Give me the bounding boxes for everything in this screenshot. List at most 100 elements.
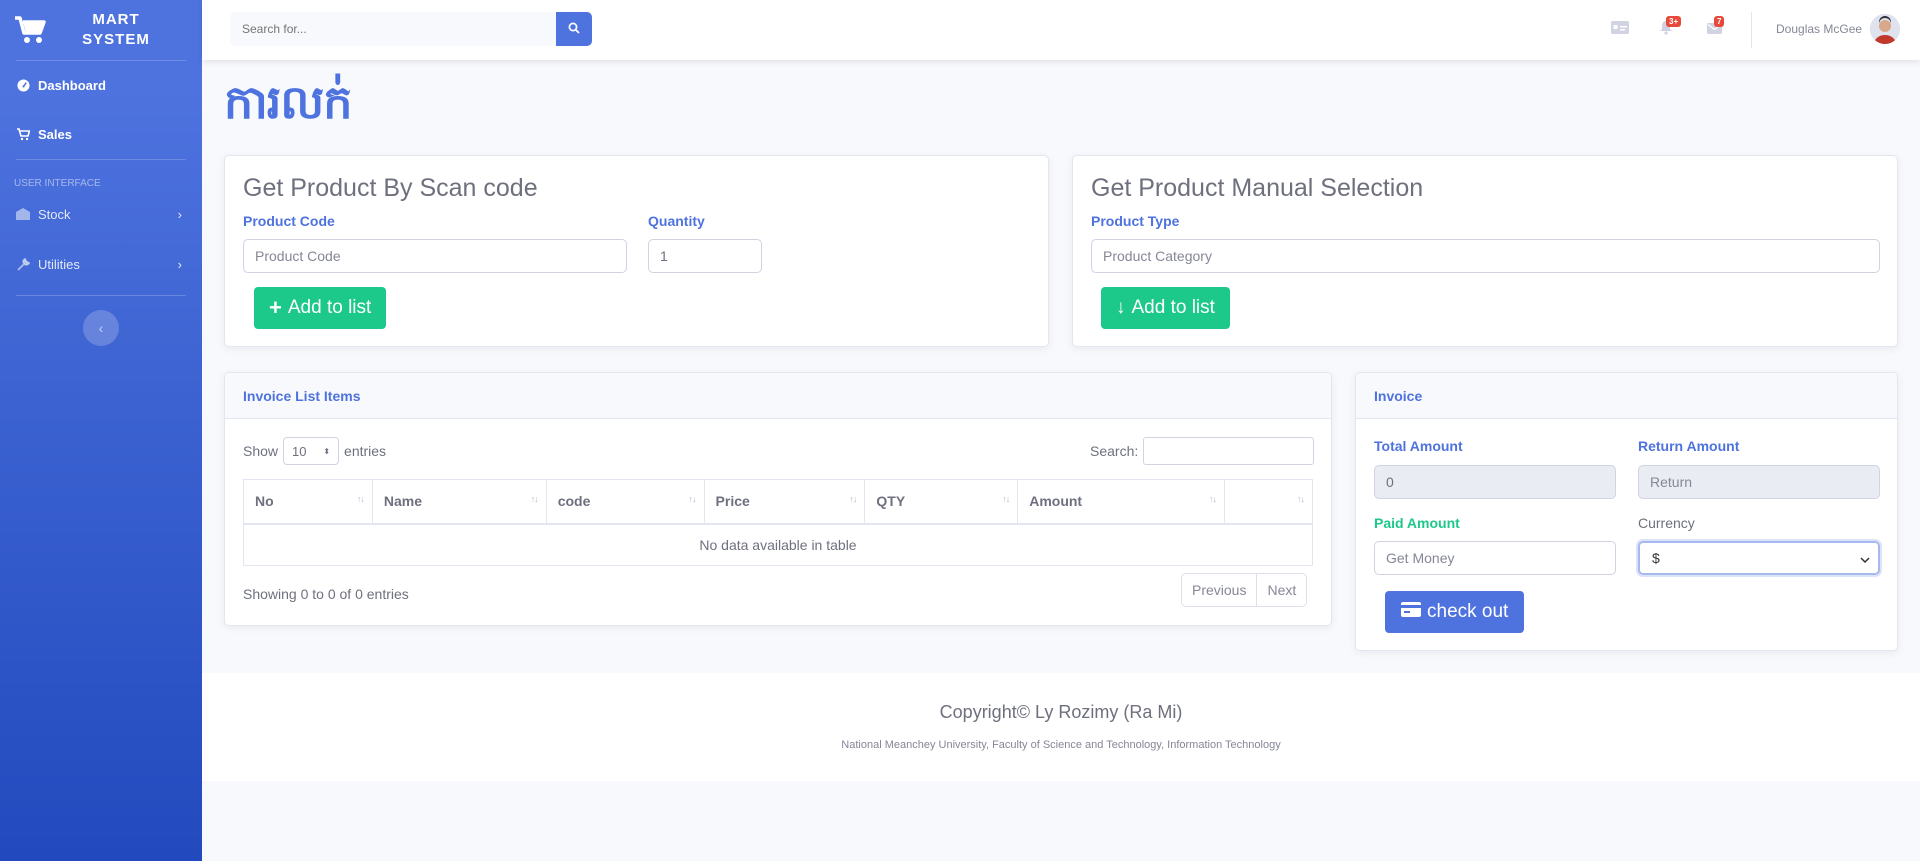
currency-label: Currency bbox=[1638, 515, 1695, 531]
institution-text: National Meanchey University, Faculty of… bbox=[841, 739, 1281, 751]
column-label: No bbox=[255, 493, 274, 510]
user-name: Douglas McGee bbox=[1776, 22, 1863, 36]
product-code-input[interactable] bbox=[243, 239, 627, 273]
chevron-right-icon: › bbox=[177, 256, 182, 272]
column-label: code bbox=[557, 493, 591, 510]
sidebar: MART SYSTEM Dashboard Sales USER INTERFA… bbox=[0, 0, 202, 861]
button-label: check out bbox=[1427, 601, 1509, 622]
messages-badge: 7 bbox=[1714, 16, 1725, 27]
sort-icon: ↑↓ bbox=[1002, 494, 1010, 504]
alerts-button[interactable]: 3+ bbox=[1654, 16, 1682, 42]
sidebar-item-dashboard[interactable]: Dashboard bbox=[0, 61, 202, 110]
show-label: Show bbox=[243, 443, 279, 459]
chevron-left-icon: ‹ bbox=[98, 320, 104, 336]
sort-icon: ↑↓ bbox=[688, 494, 697, 504]
invoice-list-header: Invoice List Items bbox=[225, 373, 1331, 419]
checkout-button[interactable]: check out bbox=[1385, 591, 1525, 633]
user-menu[interactable]: Douglas McGee bbox=[1776, 14, 1901, 44]
currency-value: $ bbox=[1652, 550, 1660, 566]
sidebar-item-utilities[interactable]: Utilities › bbox=[0, 233, 202, 295]
invoice-items-table: No ↑↓ Name ↑↓ code ↑↓ Price ↑↓ QTY ↑↓ Amount ↑… bbox=[243, 479, 1313, 566]
sort-icon: ↑↓ bbox=[530, 494, 539, 504]
scan-card-title: Get Product By Scan code bbox=[243, 174, 538, 202]
avatar bbox=[1870, 14, 1901, 44]
quantity-input[interactable] bbox=[648, 239, 762, 273]
table-info: Showing 0 to 0 of 0 entries bbox=[243, 586, 409, 602]
column-header-actions[interactable]: ↑↓ bbox=[1224, 479, 1313, 525]
sidebar-heading: USER INTERFACE bbox=[14, 178, 101, 189]
product-category-input[interactable] bbox=[1091, 239, 1880, 273]
plus-icon: + bbox=[269, 295, 282, 320]
manual-card-title: Get Product Manual Selection bbox=[1091, 174, 1424, 202]
column-label: Amount bbox=[1029, 493, 1083, 510]
paid-amount-input[interactable] bbox=[1374, 541, 1616, 575]
wrench-icon bbox=[16, 257, 30, 271]
column-header-price[interactable]: Price ↑↓ bbox=[703, 479, 866, 525]
scan-product-card: Get Product By Scan code Product Code Qu… bbox=[224, 155, 1049, 347]
product-code-label: Product Code bbox=[243, 213, 335, 229]
total-amount-label: Total Amount bbox=[1374, 438, 1463, 454]
search-icon bbox=[568, 22, 580, 37]
id-card-icon bbox=[1611, 21, 1629, 39]
sidebar-item-label: Dashboard bbox=[38, 78, 106, 93]
manual-add-to-list-button[interactable]: ↓ Add to list bbox=[1101, 287, 1230, 329]
column-label: QTY bbox=[876, 493, 906, 510]
table-search-label: Search: bbox=[1090, 443, 1139, 459]
currency-select[interactable]: $ bbox=[1638, 541, 1880, 575]
quantity-label: Quantity bbox=[648, 213, 705, 229]
sidebar-toggle-button[interactable]: ‹ bbox=[83, 310, 119, 346]
column-label: Name bbox=[383, 493, 422, 510]
topbar: 3+ 7 Douglas McGee bbox=[202, 0, 1920, 60]
column-header-amount[interactable]: Amount ↑↓ bbox=[1017, 479, 1226, 525]
invoice-list-card: Invoice List Items Show 10 ⬍ entries Sea… bbox=[224, 372, 1332, 626]
column-header-code[interactable]: code ↑↓ bbox=[545, 479, 705, 525]
sidebar-item-sales[interactable]: Sales bbox=[0, 110, 202, 159]
table-header-row: No ↑↓ Name ↑↓ code ↑↓ Price ↑↓ QTY ↑↓ Amount ↑… bbox=[243, 479, 1313, 525]
sort-icon: ↑↓ bbox=[849, 494, 857, 504]
brand[interactable]: MART SYSTEM bbox=[0, 0, 202, 60]
alerts-badge: 3+ bbox=[1666, 16, 1682, 27]
invoice-card: Invoice Total Amount Return Amount Paid … bbox=[1355, 372, 1898, 651]
table-search-input[interactable] bbox=[1143, 437, 1315, 465]
cart-logo-icon bbox=[12, 12, 48, 48]
column-header-no[interactable]: No ↑↓ bbox=[243, 479, 373, 525]
footer: Copyright© Ly Rozimy (Ra Mi) National Me… bbox=[202, 673, 1920, 781]
arrow-down-icon: ↓ bbox=[1116, 297, 1126, 318]
brand-line-2: SYSTEM bbox=[82, 31, 150, 48]
sidebar-item-label: Stock bbox=[38, 206, 71, 222]
table-search: Search: bbox=[1090, 437, 1315, 465]
id-card-button[interactable] bbox=[1608, 18, 1632, 42]
brand-name: MART SYSTEM bbox=[48, 10, 202, 50]
entries-length-control: Show 10 ⬍ entries bbox=[243, 437, 386, 465]
previous-page-button[interactable]: Previous bbox=[1182, 574, 1256, 606]
column-label: Price bbox=[715, 493, 750, 510]
topbar-divider bbox=[1751, 12, 1752, 48]
sort-icon: ↑↓ bbox=[356, 494, 365, 504]
search-input[interactable] bbox=[230, 12, 556, 46]
manual-selection-card: Get Product Manual Selection Product Typ… bbox=[1072, 155, 1898, 347]
entries-select[interactable]: 10 ⬍ bbox=[283, 437, 340, 465]
column-header-name[interactable]: Name ↑↓ bbox=[371, 479, 547, 525]
total-amount-field[interactable] bbox=[1374, 465, 1616, 499]
copyright-text: Copyright© Ly Rozimy (Ra Mi) bbox=[939, 702, 1183, 722]
sidebar-item-stock[interactable]: Stock › bbox=[0, 195, 202, 233]
button-label: Add to list bbox=[287, 297, 372, 318]
paid-amount-label: Paid Amount bbox=[1374, 515, 1460, 531]
search-button[interactable] bbox=[556, 12, 592, 46]
column-header-qty[interactable]: QTY ↑↓ bbox=[864, 479, 1019, 525]
entries-label: entries bbox=[344, 443, 387, 459]
cart-icon bbox=[16, 128, 30, 142]
sidebar-divider bbox=[16, 295, 186, 296]
return-amount-label: Return Amount bbox=[1638, 438, 1740, 454]
invoice-header: Invoice bbox=[1356, 373, 1897, 419]
return-amount-field[interactable] bbox=[1638, 465, 1880, 499]
page-title: ការលក់ bbox=[224, 75, 352, 129]
messages-button[interactable]: 7 bbox=[1702, 16, 1726, 42]
next-page-button[interactable]: Next bbox=[1256, 574, 1306, 606]
chevron-down-icon bbox=[1860, 550, 1870, 566]
scan-add-to-list-button[interactable]: + Add to list bbox=[254, 287, 387, 329]
brand-line-1: MART bbox=[92, 11, 140, 28]
tachometer-icon bbox=[16, 79, 30, 93]
search-bar bbox=[230, 12, 592, 46]
entries-value: 10 bbox=[292, 443, 307, 459]
